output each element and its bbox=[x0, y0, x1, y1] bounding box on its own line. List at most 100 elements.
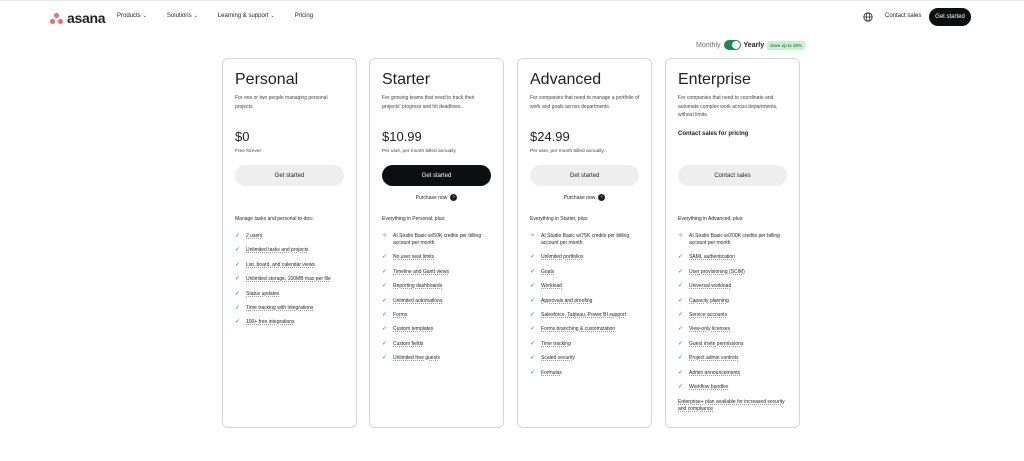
plan-description: For companies that need to manage a port… bbox=[530, 95, 640, 110]
sparkle-icon: ✧ bbox=[382, 233, 388, 239]
check-icon: ✓ bbox=[530, 311, 536, 318]
purchase-now-link[interactable]: Purchase now › bbox=[518, 194, 651, 201]
check-icon: ✓ bbox=[382, 254, 388, 261]
get-started-button[interactable]: Get started bbox=[235, 165, 344, 186]
feature-text[interactable]: No user seat limits bbox=[393, 254, 434, 261]
get-started-button[interactable]: Get started bbox=[382, 165, 491, 186]
check-icon: ✓ bbox=[530, 254, 536, 261]
list-item: ✓ View-only licenses bbox=[678, 326, 792, 333]
get-started-button[interactable]: Get started bbox=[929, 8, 971, 26]
feature-text[interactable]: Goals bbox=[541, 269, 554, 276]
feature-text[interactable]: Formulas bbox=[541, 370, 562, 377]
feature-text[interactable]: List, board, and calendar views bbox=[246, 262, 315, 269]
feature-text[interactable]: User provisioning (SCIM) bbox=[689, 269, 745, 276]
check-icon: ✓ bbox=[678, 297, 684, 304]
nav-label: Learning & support bbox=[217, 13, 269, 19]
plan-price: $0 bbox=[235, 129, 250, 144]
feature-text[interactable]: View-only licenses bbox=[689, 326, 730, 333]
list-item: ✓ List, board, and calendar views bbox=[235, 262, 349, 269]
monthly-label[interactable]: Monthly bbox=[696, 42, 721, 49]
contact-pricing-text: Contact sales for pricing bbox=[678, 131, 749, 137]
feature-text[interactable]: Salesforce, Tableau, Power BI support bbox=[541, 312, 626, 319]
nav-learning-support[interactable]: Learning & support ⌄ bbox=[218, 13, 275, 19]
nav-solutions[interactable]: Solutions ⌄ bbox=[167, 13, 198, 19]
nav-label: Products bbox=[117, 13, 141, 19]
contact-sales-button[interactable]: Contact sales bbox=[678, 165, 787, 186]
contact-sales-link[interactable]: Contact sales bbox=[885, 13, 921, 19]
list-item: ✓ Unlimited portfolios bbox=[530, 254, 644, 261]
feature-text[interactable]: Forms bbox=[393, 312, 407, 319]
check-icon: ✓ bbox=[235, 319, 241, 326]
enterprise-plus-link[interactable]: Enterprise+ plan available for increased… bbox=[678, 399, 790, 413]
feature-text[interactable]: Unlimited automations bbox=[393, 298, 442, 305]
list-item: ✓ Goals bbox=[530, 269, 644, 276]
feature-text[interactable]: Universal workload bbox=[689, 283, 731, 290]
feature-text[interactable]: Custom templates bbox=[393, 326, 433, 333]
feature-text[interactable]: Workflow bundles bbox=[689, 384, 728, 391]
feature-text[interactable]: Project admin controls bbox=[689, 355, 738, 362]
list-item: ✓ Universal workload bbox=[678, 283, 792, 290]
globe-icon[interactable] bbox=[863, 12, 873, 22]
feature-text[interactable]: Approvals and proofing bbox=[541, 298, 592, 305]
feature-text[interactable]: Workload bbox=[541, 283, 562, 290]
plan-description: For companies that need to coordinate an… bbox=[678, 95, 778, 118]
nav-products[interactable]: Products ⌄ bbox=[117, 13, 147, 19]
features-heading: Manage tasks and personal to-dos: bbox=[235, 216, 314, 222]
list-item: ✧ AI Studio Basic w/50K credits per billi… bbox=[382, 233, 496, 247]
feature-text[interactable]: Unlimited portfolios bbox=[541, 254, 584, 261]
list-item: ✓ Unlimited tasks and projects bbox=[235, 247, 349, 254]
feature-text[interactable]: Custom fields bbox=[393, 341, 423, 348]
list-item: ✓ Capacity planning bbox=[678, 298, 792, 305]
check-icon: ✓ bbox=[678, 283, 684, 290]
feature-text[interactable]: Capacity planning bbox=[689, 298, 729, 305]
feature-text[interactable]: 100+ free integrations bbox=[246, 319, 295, 326]
plan-card-enterprise: Enterprise For companies that need to co… bbox=[665, 58, 800, 428]
check-icon: ✓ bbox=[382, 283, 388, 290]
feature-text[interactable]: Admin announcements bbox=[689, 370, 740, 377]
feature-text[interactable]: Unlimited tasks and projects bbox=[246, 247, 309, 254]
asana-logo[interactable]: asana bbox=[50, 10, 106, 26]
feature-text[interactable]: Guest invite permissions bbox=[689, 341, 743, 348]
list-item: ✓ 100+ free integrations bbox=[235, 319, 349, 326]
plan-card-personal: Personal For one or two people managing … bbox=[222, 58, 357, 428]
sparkle-icon: ✧ bbox=[678, 233, 684, 239]
feature-text[interactable]: Service accounts bbox=[689, 312, 727, 319]
save-badge: Save up to 18% bbox=[767, 40, 805, 50]
check-icon: ✓ bbox=[678, 340, 684, 347]
list-item: ✓ Formulas bbox=[530, 370, 644, 377]
feature-text[interactable]: Reporting dashboards bbox=[393, 283, 442, 290]
feature-text[interactable]: Scaled security bbox=[541, 355, 575, 362]
get-started-button[interactable]: Get started bbox=[530, 165, 639, 186]
list-item: ✓ Unlimited automations bbox=[382, 298, 496, 305]
feature-list: ✓ 2 users ✓ Unlimited tasks and projects ✓… bbox=[235, 233, 349, 334]
feature-text[interactable]: Status updates bbox=[246, 291, 279, 298]
list-item: ✓ Approvals and proofing bbox=[530, 298, 644, 305]
purchase-label: Purchase now bbox=[415, 194, 448, 201]
purchase-now-link[interactable]: Purchase now › bbox=[370, 194, 503, 201]
list-item: ✓ Forms bbox=[382, 312, 496, 319]
top-navigation: asana Products ⌄ Solutions ⌄ Learning & su… bbox=[0, 0, 1024, 33]
check-icon: ✓ bbox=[530, 297, 536, 304]
feature-text[interactable]: 2 users bbox=[246, 233, 262, 240]
list-item: ✓ 2 users bbox=[235, 233, 349, 240]
chevron-down-icon: ⌄ bbox=[193, 13, 198, 19]
list-item: ✓ Project admin controls bbox=[678, 355, 792, 362]
feature-text[interactable]: Timeline and Gantt views bbox=[393, 269, 449, 276]
list-item: ✓ Scaled security bbox=[530, 355, 644, 362]
check-icon: ✓ bbox=[382, 340, 388, 347]
ai-feature-text: AI Studio Basic w/200K credits per billi… bbox=[689, 233, 780, 246]
feature-text[interactable]: SAML authentication bbox=[689, 254, 735, 261]
check-icon: ✓ bbox=[235, 276, 241, 283]
feature-text[interactable]: Forms branching & customization bbox=[541, 326, 615, 333]
plan-price-note: Per user, per month billed annually bbox=[530, 149, 604, 154]
feature-text[interactable]: Time tracking bbox=[541, 341, 571, 348]
feature-text[interactable]: Unlimited free guests bbox=[393, 355, 440, 362]
plan-name: Starter bbox=[382, 71, 431, 88]
yearly-label[interactable]: Yearly bbox=[744, 42, 765, 49]
billing-toggle[interactable] bbox=[723, 40, 741, 50]
feature-text[interactable]: Unlimited storage, 100MB max per file bbox=[246, 276, 331, 283]
nav-label: Pricing bbox=[294, 13, 314, 19]
feature-text[interactable]: Time tracking with integrations bbox=[246, 305, 313, 312]
nav-pricing[interactable]: Pricing bbox=[295, 13, 313, 19]
check-icon: ✓ bbox=[530, 268, 536, 275]
